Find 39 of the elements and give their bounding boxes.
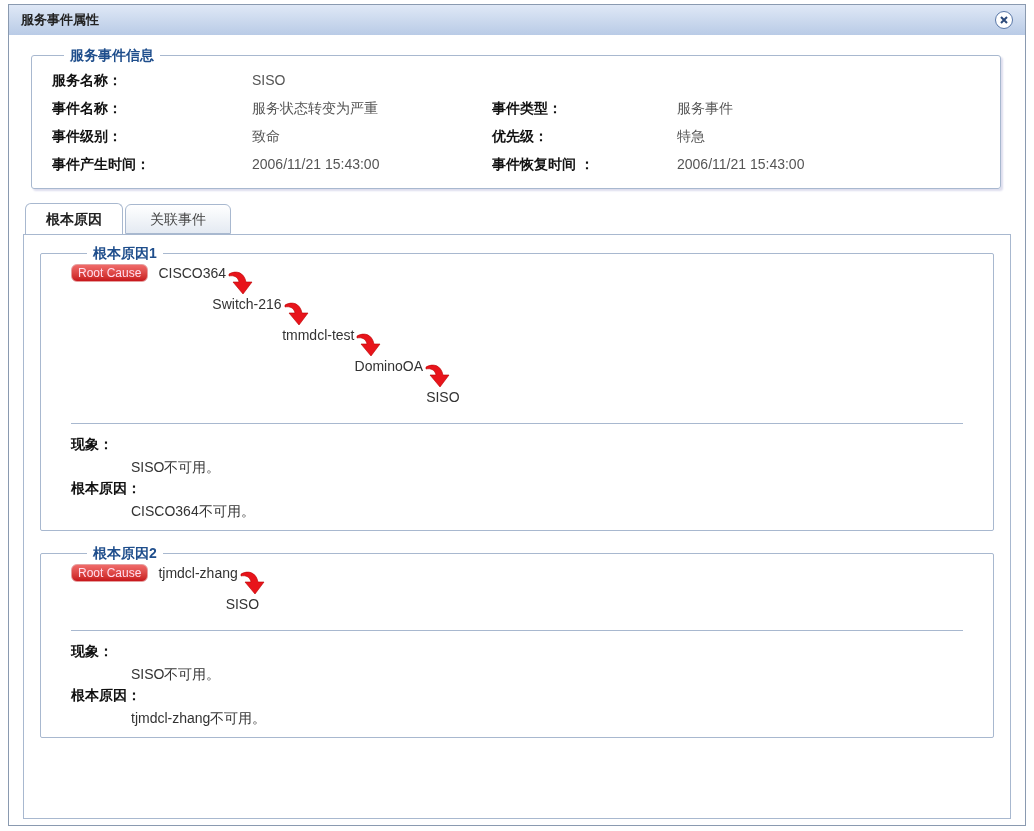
- field-value: 服务状态转变为严重: [252, 98, 379, 118]
- field-value: 服务事件: [677, 98, 734, 118]
- node-label: tmmdcl-test: [282, 326, 355, 344]
- section-legend: 根本原因2: [87, 543, 163, 564]
- field-label: 根本原因：: [71, 479, 142, 498]
- node-label: Switch-216: [212, 295, 282, 313]
- root-cause-badge: Root Cause: [71, 564, 149, 582]
- field-value: SISO不可用。: [130, 665, 222, 684]
- field-value: CISCO364不可用。: [130, 502, 256, 521]
- field-label: 现象：: [71, 642, 114, 661]
- node-label: SISO: [426, 388, 460, 406]
- field-value: SISO不可用。: [130, 458, 222, 477]
- field-value: 特急: [677, 126, 706, 146]
- window-title: 服务事件属性: [21, 11, 99, 30]
- root-cause-badge: Root Cause: [71, 264, 149, 282]
- close-button[interactable]: [995, 11, 1013, 29]
- section-legend: 服务事件信息: [64, 45, 160, 66]
- node-label: SISO: [225, 595, 260, 613]
- field-label: 事件级别：: [52, 126, 123, 146]
- field-label: 事件名称：: [52, 98, 123, 118]
- field-label: 服务名称：: [52, 70, 123, 90]
- field-value: SISO: [252, 70, 287, 90]
- field-label: 事件恢复时间 ：: [492, 154, 595, 174]
- field-label: 事件类型：: [492, 98, 563, 118]
- field-value: tjmdcl-zhang不可用。: [130, 709, 268, 728]
- field-label: 事件产生时间：: [52, 154, 151, 174]
- field-value: 2006/11/21 15:43:00: [677, 154, 806, 174]
- node-label: CISCO364: [158, 264, 227, 282]
- field-label: 根本原因：: [71, 686, 142, 705]
- node-label: tjmdcl-zhang: [158, 564, 238, 582]
- field-label: 优先级：: [492, 126, 549, 146]
- tab[interactable]: 根本原因: [25, 203, 123, 235]
- field-label: 现象：: [71, 435, 114, 454]
- node-label: DominoOA: [354, 357, 424, 375]
- field-value: 致命: [252, 126, 281, 146]
- close-icon: [999, 15, 1009, 25]
- section-legend: 根本原因1: [87, 243, 163, 264]
- tab[interactable]: 关联事件: [125, 204, 231, 234]
- field-value: 2006/11/21 15:43:00: [252, 154, 381, 174]
